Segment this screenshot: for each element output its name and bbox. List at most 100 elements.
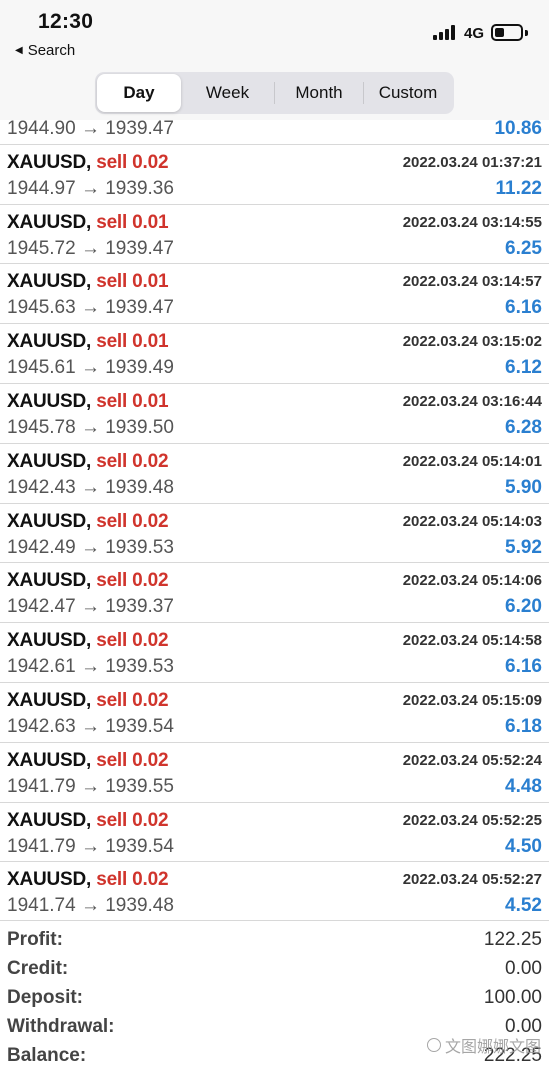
trade-side: sell 0.01 — [96, 390, 169, 412]
trade-time: 2022.03.24 03:14:57 — [402, 273, 542, 291]
tab-custom[interactable]: Custom — [364, 74, 452, 112]
back-arrow-icon: ◀ — [15, 45, 23, 56]
trade-row[interactable]: XAUUSD, sell 0.02 2022.03.24 05:14:01 1942… — [0, 444, 549, 504]
trade-profit: 4.50 — [505, 835, 542, 857]
watermark-logo-icon — [426, 1038, 441, 1052]
trade-row[interactable]: XAUUSD, sell 0.02 2022.03.24 05:52:24 1941… — [0, 743, 549, 803]
trade-row[interactable]: XAUUSD, sell 0.01 2022.03.24 03:16:44 1945… — [0, 384, 549, 444]
status-time: 12:30 — [38, 10, 94, 33]
watermark-text: 文图娜娜文图 — [444, 1039, 541, 1056]
trade-row[interactable]: XAUUSD, sell 0.02 2022.03.24 05:52:25 1941… — [0, 803, 549, 863]
trade-time: 2022.03.24 05:14:03 — [402, 512, 542, 530]
trade-symbol: XAUUSD, sell 0.01 — [7, 211, 169, 234]
trade-symbol: XAUUSD, sell 0.01 — [7, 331, 169, 353]
trade-profit: 4.52 — [505, 895, 542, 917]
trade-time: 2022.03.24 05:52:25 — [402, 811, 542, 829]
credit-label: Credit: — [7, 958, 69, 979]
trade-row[interactable]: XAUUSD, sell 0.01 2022.03.24 03:14:57 1945… — [0, 264, 549, 325]
trade-time: 2022.03.24 05:14:06 — [402, 572, 542, 590]
trade-row[interactable]: XAUUSD, sell 0.01 2022.03.24 03:15:02 1945… — [0, 324, 549, 384]
tab-week-label: Week — [205, 83, 250, 102]
trade-prices: 1942.43 → 1939.48 — [7, 476, 174, 498]
back-to-search-link[interactable]: ◀ Search — [15, 42, 75, 59]
trade-side: sell 0.02 — [96, 510, 169, 532]
trade-symbol: XAUUSD, sell 0.01 — [7, 390, 169, 413]
trade-prices: 1945.63 → 1939.47 — [7, 297, 174, 319]
tab-day[interactable]: Day — [97, 74, 181, 112]
trade-symbol: XAUUSD, sell 0.02 — [7, 690, 169, 712]
trade-symbol: XAUUSD, sell 0.02 — [7, 450, 169, 473]
trade-symbol-text: XAUUSD, — [7, 390, 92, 412]
trade-symbol-text: XAUUSD, — [7, 331, 92, 353]
trade-side: sell 0.01 — [96, 331, 169, 353]
trade-time: 2022.03.24 05:14:58 — [402, 632, 542, 650]
trade-side: sell 0.02 — [96, 151, 169, 173]
profit-label: Profit: — [7, 929, 63, 950]
deposit-value: 100.00 — [483, 987, 542, 1008]
trade-prices: 1941.74 → 1939.48 — [7, 895, 174, 917]
trade-row[interactable]: XAUUSD, sell 0.02 2022.03.24 01:37:21 1944… — [0, 145, 549, 205]
period-selector-bar: Day Week Month Custom — [0, 66, 549, 120]
tab-week[interactable]: Week — [181, 74, 274, 112]
trade-prices: 1945.61 → 1939.49 — [7, 357, 174, 379]
trade-row[interactable]: XAUUSD, sell 0.02 2022.03.24 05:15:09 1942… — [0, 683, 549, 743]
trade-symbol-text: XAUUSD, — [7, 510, 92, 532]
trade-side: sell 0.01 — [96, 211, 169, 233]
trade-time: 2022.03.24 03:15:02 — [402, 333, 542, 351]
trade-time: 2022.03.24 03:14:55 — [402, 213, 542, 231]
deposit-label: Deposit: — [7, 987, 83, 1008]
period-segmented-control: Day Week Month Custom — [95, 72, 454, 114]
balance-label: Balance: — [7, 1045, 87, 1066]
cellular-signal-icon — [433, 25, 459, 40]
trade-prices: 1942.63 → 1939.54 — [7, 715, 174, 737]
trade-symbol-text: XAUUSD, — [7, 271, 92, 293]
trade-symbol: XAUUSD, sell 0.01 — [7, 271, 169, 293]
network-type: 4G — [464, 25, 485, 42]
credit-value: 0.00 — [505, 958, 542, 979]
trade-profit: 5.92 — [505, 536, 542, 558]
trade-side: sell 0.02 — [96, 869, 169, 891]
trade-prices: 1944.97 → 1939.36 — [7, 177, 174, 199]
back-link-label: Search — [27, 42, 76, 59]
trade-history-list[interactable]: XAUUSD, sell 0.022022.03.24 01:20:181944… — [0, 120, 549, 920]
trade-prices: 1942.47 → 1939.37 — [7, 596, 174, 618]
trade-profit: 6.28 — [505, 416, 542, 438]
trade-symbol: XAUUSD, sell 0.02 — [7, 151, 169, 174]
trade-symbol: XAUUSD, sell 0.02 — [7, 749, 169, 772]
trade-time: 2022.03.24 05:52:24 — [402, 751, 542, 769]
trade-profit: 6.18 — [505, 715, 542, 737]
tab-month[interactable]: Month — [275, 74, 363, 112]
trade-side: sell 0.02 — [96, 749, 169, 771]
tab-custom-label: Custom — [378, 83, 438, 102]
trade-history-rows: XAUUSD, sell 0.022022.03.24 01:20:181944… — [0, 120, 549, 920]
watermark: 文图娜娜文图 — [426, 1033, 541, 1057]
summary-deposit-row: Deposit: 100.00 — [0, 979, 549, 1008]
trade-prices: 1942.49 → 1939.53 — [7, 536, 174, 558]
trade-symbol: XAUUSD, sell 0.02 — [7, 510, 169, 533]
trade-prices: 1944.90 → 1939.47 — [7, 120, 174, 139]
trade-row[interactable]: XAUUSD, sell 0.01 2022.03.24 03:14:55 1945… — [0, 205, 549, 265]
trade-time: 2022.03.24 01:37:21 — [402, 153, 542, 171]
trade-symbol-text: XAUUSD, — [7, 749, 92, 771]
summary-credit-row: Credit: 0.00 — [0, 950, 549, 979]
tab-day-label: Day — [123, 83, 155, 102]
trade-row[interactable]: XAUUSD, sell 0.02 2022.03.24 05:14:03 1942… — [0, 504, 549, 564]
trade-row[interactable]: XAUUSD, sell 0.022022.03.24 01:20:181944… — [0, 120, 549, 145]
trade-row[interactable]: XAUUSD, sell 0.02 2022.03.24 05:14:58 1942… — [0, 623, 549, 683]
trade-symbol-text: XAUUSD, — [7, 450, 92, 472]
trade-profit: 6.16 — [505, 656, 542, 678]
trade-row[interactable]: XAUUSD, sell 0.02 2022.03.24 05:52:27 1941… — [0, 862, 549, 920]
trade-profit: 6.25 — [505, 237, 542, 259]
trade-side: sell 0.02 — [96, 809, 169, 831]
trade-row[interactable]: XAUUSD, sell 0.02 2022.03.24 05:14:06 1942… — [0, 563, 549, 624]
trade-profit: 10.86 — [494, 120, 542, 139]
trade-side: sell 0.02 — [96, 630, 169, 652]
trade-side: sell 0.01 — [96, 271, 169, 293]
trade-symbol-text: XAUUSD, — [7, 630, 92, 652]
trade-profit: 4.48 — [505, 775, 542, 797]
tab-month-label: Month — [295, 83, 343, 102]
trade-prices: 1941.79 → 1939.54 — [7, 835, 174, 857]
trade-symbol-text: XAUUSD, — [7, 869, 92, 891]
trade-prices: 1942.61 → 1939.53 — [7, 656, 174, 678]
trade-side: sell 0.02 — [96, 450, 169, 472]
